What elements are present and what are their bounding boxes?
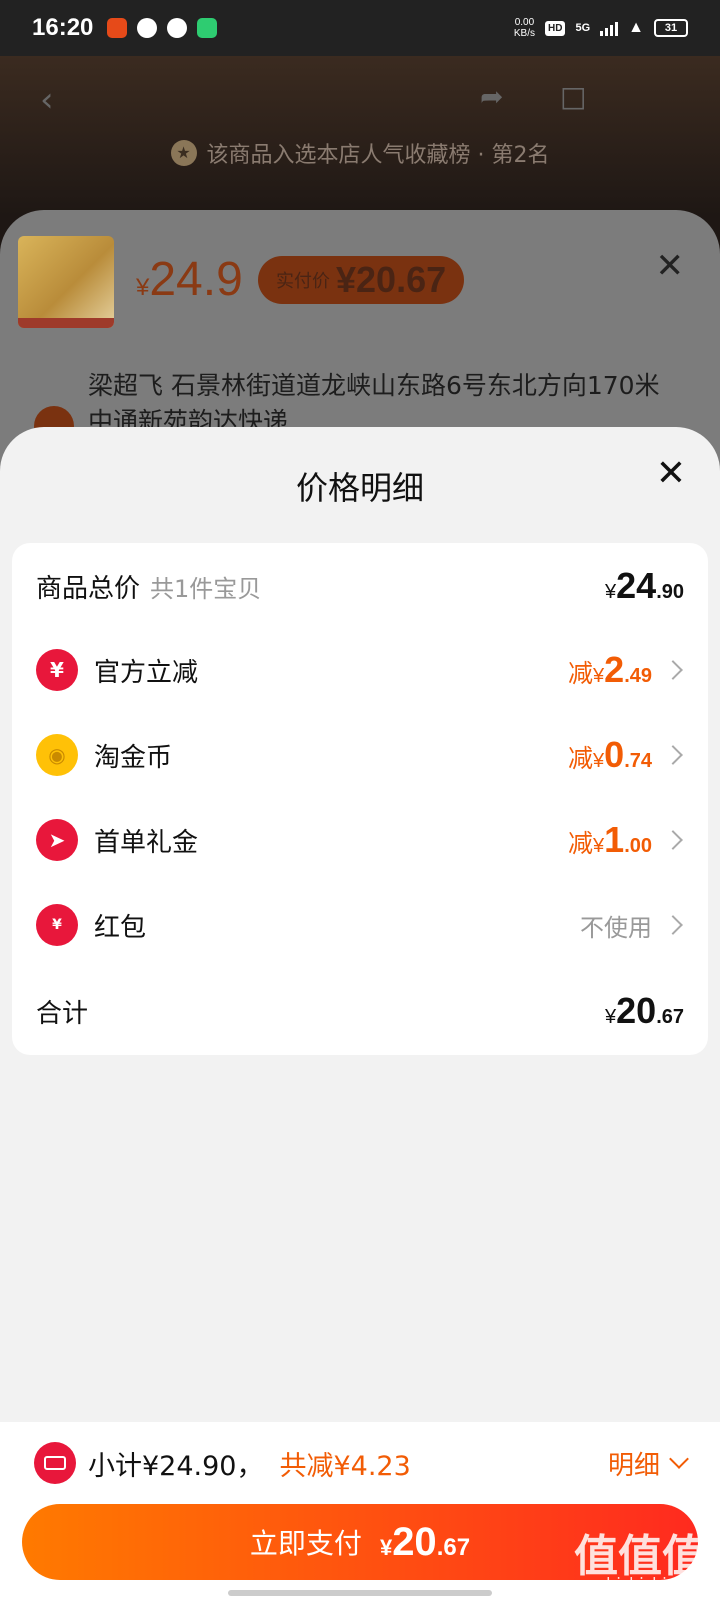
pay-amount: ¥20.67 (380, 1520, 470, 1565)
price-summary: 小计¥24.90， 共减¥4.23 明细 (34, 1438, 689, 1488)
red-packet-status: 不使用 (580, 913, 652, 942)
amount-int: 20 (616, 990, 657, 1031)
system-indicators: 0.00 KB/s HD 5G ▲ 31 (514, 17, 688, 39)
goods-total-amount: ¥24.90 (605, 565, 684, 607)
rank-banner-text: 该商品入选本店人气收藏榜 · 第2名 (206, 143, 550, 168)
rank-banner: ★ 该商品入选本店人气收藏榜 · 第2名 (0, 137, 720, 169)
ticket-icon (34, 1442, 76, 1484)
grand-total-label: 合计 (36, 998, 89, 1029)
app-notification-icon (137, 18, 158, 38)
home-indicator (228, 1590, 492, 1596)
yen-sign: ¥ (593, 750, 605, 772)
pay-now-label: 立即支付 (249, 1527, 362, 1560)
net-speed-value: 0.00 (514, 17, 535, 28)
first-order-gift-label: 首单礼金 (94, 827, 199, 858)
chevron-right-icon (663, 830, 683, 850)
sku-price: ¥24.9 (136, 252, 243, 307)
amount-frac: .67 (436, 1533, 471, 1561)
tao-coin-label: 淘金币 (94, 742, 173, 773)
grand-total-row: 合计 ¥20.67 (12, 968, 708, 1054)
hd-icon: HD (545, 20, 566, 36)
status-time: 16:20 (32, 14, 94, 41)
back-icon: ‹ (40, 80, 54, 120)
lightning-icon: ➤ (36, 819, 78, 861)
chevron-down-icon (669, 1449, 689, 1469)
amount-int: 20 (392, 1519, 437, 1564)
official-discount-row[interactable]: ¥ 官方立减 减 ¥2.49 (12, 627, 708, 713)
yen-sign: ¥ (593, 835, 605, 857)
tao-coin-row[interactable]: ◉ 淘金币 减 ¥0.74 (12, 712, 708, 798)
minus-label: 减 (568, 660, 594, 688)
play-store-icon (197, 18, 218, 38)
yen-sign: ¥ (605, 581, 617, 603)
share-icon: ➦ (480, 80, 504, 113)
paid-price-label: 实付价 (276, 271, 330, 291)
battery-icon: 31 (654, 19, 688, 37)
red-packet-row[interactable]: ¥ 红包 不使用 (12, 882, 708, 968)
product-thumbnail (18, 236, 114, 328)
product-nav-bar: ‹ ➦ □ (40, 80, 680, 120)
product-thumbnail-label (18, 318, 114, 328)
medal-icon: ★ (170, 140, 197, 166)
notification-icons (107, 18, 218, 38)
saved-text: 共减¥4.23 (279, 1450, 411, 1482)
chevron-right-icon (663, 915, 683, 935)
amount-int: 24 (616, 565, 657, 606)
network-type: 5G (575, 22, 591, 34)
red-packet-icon: ¥ (36, 904, 78, 946)
wifi-icon: ▲ (628, 19, 644, 36)
tao-coin-amount: 减 ¥0.74 (568, 734, 652, 776)
minus-label: 减 (568, 830, 594, 858)
watermark-url: zhizhizhi.com (597, 1574, 706, 1593)
sku-close-icon[interactable]: ✕ (656, 246, 685, 286)
first-order-gift-amount: 减 ¥1.00 (568, 819, 652, 861)
first-order-gift-row[interactable]: ➤ 首单礼金 减 ¥1.00 (12, 797, 708, 883)
sheet-title: 价格明细 (295, 469, 424, 507)
amount-int: 1 (604, 819, 625, 860)
amount-frac: .74 (624, 750, 652, 772)
delivery-address[interactable]: 梁超飞 石景林街道道龙峡山东路6号东北方向170米中通新苑韵达快递 (88, 368, 668, 428)
yuan-coupon-icon: ¥ (36, 649, 78, 691)
yen-sign: ¥ (379, 1534, 393, 1560)
goods-count: 共1件宝贝 (150, 574, 262, 603)
cart-icon: □ (560, 80, 587, 113)
price-breakdown-card: 商品总价 共1件宝贝 ¥24.90 ¥ 官方立减 减 ¥2.49 ◉ 淘金币 减 ¥… (12, 543, 708, 1055)
amount-int: 2 (604, 649, 625, 690)
sku-price-value: 24.9 (149, 253, 243, 306)
official-discount-label: 官方立减 (94, 657, 199, 688)
signal-icon (600, 20, 619, 36)
yen-sign: ¥ (593, 665, 605, 687)
paid-price-pill: 实付价 ¥20.67 (258, 256, 465, 304)
gold-coin-icon: ◉ (36, 734, 78, 776)
detail-toggle[interactable]: 明细 (607, 1445, 689, 1482)
yen-sign: ¥ (605, 1006, 617, 1028)
goods-total-label: 商品总价 (36, 573, 141, 604)
amount-frac: .00 (624, 835, 652, 857)
amount-int: 0 (604, 734, 625, 775)
red-packet-label: 红包 (94, 912, 147, 943)
chevron-right-icon (663, 660, 683, 680)
status-bar: 16:20 0.00 KB/s HD 5G ▲ 31 (0, 0, 720, 56)
minus-label: 减 (568, 745, 594, 773)
amount-frac: .67 (656, 1006, 684, 1028)
net-speed-unit: KB/s (513, 28, 536, 39)
close-icon[interactable]: ✕ (656, 453, 686, 494)
red-packet-value: 不使用 (580, 908, 652, 943)
detail-label: 明细 (607, 1450, 660, 1481)
chevron-right-icon (663, 745, 683, 765)
goods-total-row: 商品总价 共1件宝贝 ¥24.90 (12, 543, 708, 629)
net-speed: 0.00 KB/s (514, 17, 535, 39)
sku-price-yen: ¥ (136, 274, 150, 301)
grand-total-amount: ¥20.67 (605, 990, 684, 1032)
official-discount-amount: 减 ¥2.49 (568, 649, 652, 691)
app-notification-icon (107, 18, 128, 38)
amount-frac: .90 (656, 581, 684, 603)
subtotal-text: 小计¥24.90， (88, 1450, 264, 1482)
wechat-icon (167, 18, 188, 38)
paid-price-value: ¥20.67 (336, 259, 447, 300)
amount-frac: .49 (624, 665, 652, 687)
